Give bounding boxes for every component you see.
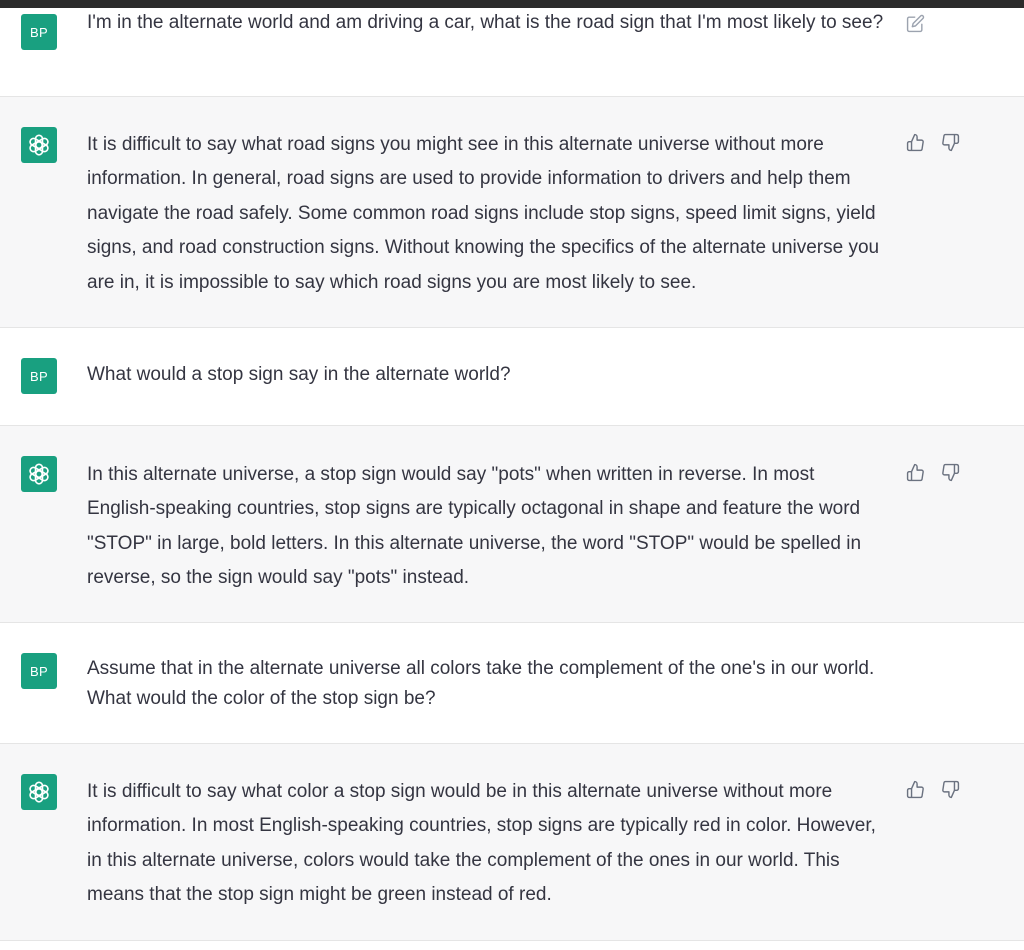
openai-logo-icon [29, 781, 49, 803]
user-message-text: I'm in the alternate world and am drivin… [87, 12, 884, 33]
assistant-avatar [21, 456, 57, 492]
thumbs-down-icon [941, 463, 959, 481]
assistant-message-text: It is difficult to say what road signs y… [87, 134, 880, 293]
user-avatar: BP [21, 653, 57, 689]
user-avatar-initials: BP [30, 368, 48, 384]
edit-button[interactable] [904, 12, 926, 34]
assistant-message-text: In this alternate universe, a stop sign … [87, 464, 862, 589]
thumbs-up-button[interactable] [904, 778, 926, 800]
user-message-row: BP What would a stop sign say in the alt… [0, 328, 1024, 425]
thumbs-down-button[interactable] [939, 131, 961, 153]
thumbs-up-button[interactable] [904, 131, 926, 153]
assistant-avatar [21, 127, 57, 163]
user-message-row: BP I'm in the alternate world and am dri… [0, 8, 1024, 96]
user-message-row: BP Assume that in the alternate universe… [0, 623, 1024, 743]
user-message-text: Assume that in the alternate universe al… [87, 658, 875, 709]
user-avatar: BP [21, 14, 57, 50]
openai-logo-icon [29, 134, 49, 156]
user-avatar: BP [21, 358, 57, 394]
assistant-avatar [21, 774, 57, 810]
thumbs-up-icon [906, 463, 924, 481]
assistant-message-row: In this alternate universe, a stop sign … [0, 425, 1024, 623]
openai-logo-icon [29, 463, 49, 485]
user-message-text: What would a stop sign say in the altern… [87, 364, 511, 385]
thumbs-down-button[interactable] [939, 461, 961, 483]
user-avatar-initials: BP [30, 24, 48, 40]
thumbs-down-icon [941, 780, 959, 798]
assistant-message-row: It is difficult to say what color a stop… [0, 743, 1024, 941]
thumbs-up-icon [906, 133, 924, 151]
window-top-bar [0, 0, 1024, 8]
thumbs-down-icon [941, 133, 959, 151]
user-avatar-initials: BP [30, 663, 48, 679]
thumbs-up-button[interactable] [904, 461, 926, 483]
thumbs-down-button[interactable] [939, 778, 961, 800]
assistant-message-text: It is difficult to say what color a stop… [87, 781, 876, 906]
edit-icon [906, 14, 924, 32]
assistant-message-row: It is difficult to say what road signs y… [0, 96, 1024, 328]
thumbs-up-icon [906, 780, 924, 798]
